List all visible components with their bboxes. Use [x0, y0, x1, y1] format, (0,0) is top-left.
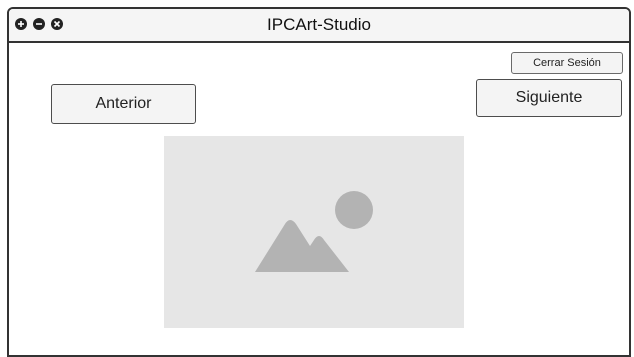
window-title: IPCArt-Studio	[267, 15, 371, 34]
minimize-icon[interactable]	[33, 18, 45, 30]
logout-button[interactable]: Cerrar Sesión	[511, 52, 623, 74]
image-viewer	[164, 136, 464, 328]
previous-button[interactable]: Anterior	[51, 84, 196, 124]
next-button[interactable]: Siguiente	[476, 79, 622, 117]
close-icon[interactable]	[51, 18, 63, 30]
title-bar: IPCArt-Studio	[9, 9, 629, 43]
maximize-icon[interactable]	[15, 18, 27, 30]
app-window: IPCArt-Studio Cerrar Sesión Anterior Sig…	[7, 7, 631, 357]
image-placeholder-icon	[255, 191, 373, 272]
